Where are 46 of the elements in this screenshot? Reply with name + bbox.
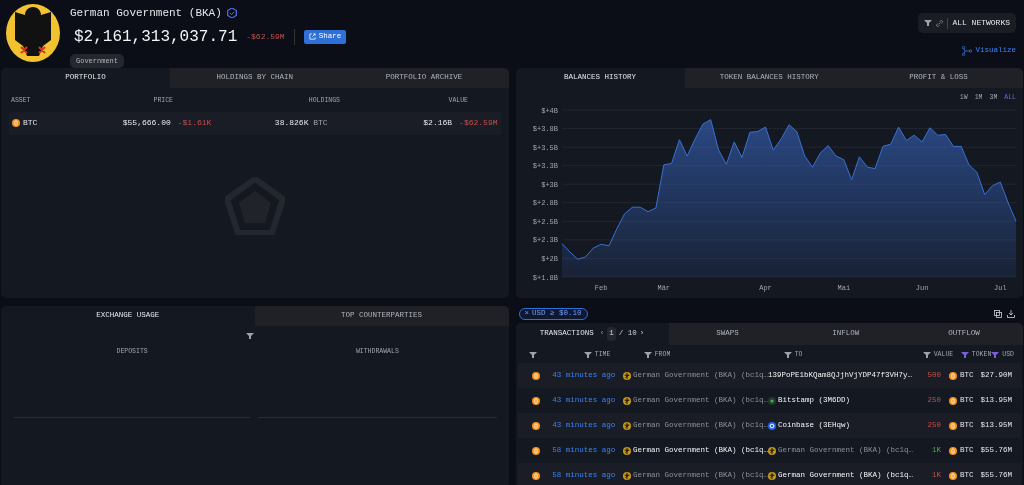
link-icon [936,19,944,27]
eagle-icon [622,371,631,380]
bitcoin-icon [531,446,540,455]
exchange-logo-icon [767,396,776,405]
exchange-logo-icon [767,421,776,430]
filter-icon[interactable] [583,352,592,358]
entity-name: German Government (BKA) [70,6,222,21]
filter-icon[interactable] [960,352,969,358]
asset-holdings: 38.826K BTC [273,117,328,130]
asset-price: $55,666.00 [121,117,171,130]
bitcoin-icon [949,471,957,480]
bitcoin-icon [12,119,20,128]
asset-value: $2.16B [422,117,453,130]
value-change: -$62.59M [458,117,498,130]
filter-icon[interactable] [528,352,537,358]
total-balance: $2,161,313,037.71 [74,26,238,48]
eagle-emblem-icon [5,3,61,63]
balance-change: -$62.59M [246,30,285,43]
eagle-icon [622,421,631,430]
bitcoin-icon [949,371,957,380]
price-change: -$1.61K [176,117,213,130]
copy-icon[interactable] [994,309,1002,318]
bitcoin-icon [531,371,540,380]
bitcoin-icon [531,471,540,480]
filter-icon[interactable] [991,352,1000,358]
filter-icon[interactable] [643,352,652,358]
bitcoin-icon [531,421,540,430]
bitcoin-icon [949,421,957,430]
eagle-icon [622,446,631,455]
filter-icon[interactable] [924,20,933,26]
eagle-icon [622,471,631,480]
network-filter[interactable]: ALL NETWORKS [918,13,1016,33]
asset-name: BTC [23,117,38,130]
filter-icon[interactable] [922,352,931,358]
filter-icon[interactable] [783,352,792,358]
eagle-icon [767,471,776,480]
share-icon [308,33,316,40]
download-icon[interactable] [1007,309,1015,318]
asset-row[interactable]: BTC $55,666.00 -$1.61K 38.826K BTC $2.16B -$62.59M [9,111,501,135]
eagle-icon [767,446,776,455]
bitcoin-icon [531,396,540,405]
graph-nodes-icon [962,45,973,56]
bitcoin-icon [949,446,957,455]
eagle-icon [622,396,631,405]
bitcoin-icon [949,396,957,405]
filter-icon[interactable] [245,333,254,339]
